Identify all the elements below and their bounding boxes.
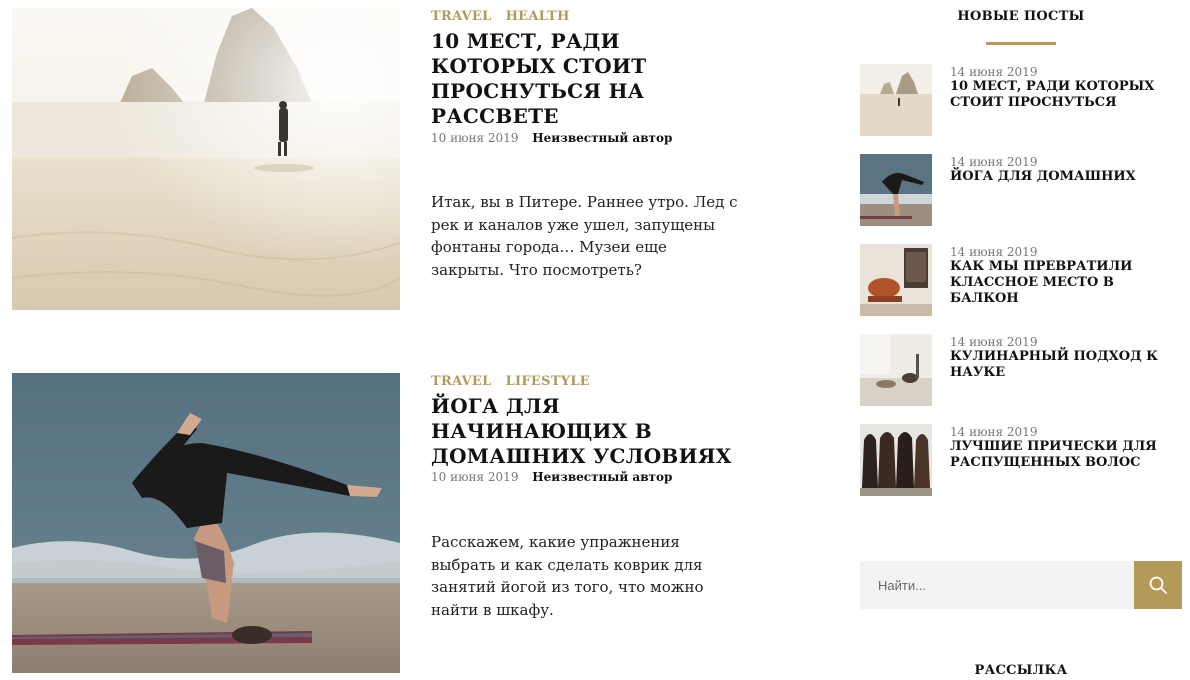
recent-post-date: 14 июня 2019 xyxy=(950,335,1038,349)
recent-post-item[interactable]: 14 июня 2019 Кулинарный подход к науке xyxy=(860,334,1182,406)
search-icon xyxy=(1149,576,1167,594)
post-image-yoga-beach[interactable] xyxy=(12,373,400,673)
recent-post-thumbnail xyxy=(860,244,932,316)
post-card: TRAVEL HEALTH 10 мест, ради которых стоит… xyxy=(12,8,752,310)
recent-post-item[interactable]: 14 июня 2019 Йога для домашних xyxy=(860,154,1182,226)
recent-post-item[interactable]: 14 июня 2019 Лучшие прически для распуще… xyxy=(860,424,1182,496)
recent-post-date: 14 июня 2019 xyxy=(950,155,1038,169)
post-image-beach-sunrise[interactable] xyxy=(12,8,400,310)
post-content: TRAVEL LIFESTYLE Йога для начинающих в до… xyxy=(431,373,751,619)
post-categories: TRAVEL HEALTH xyxy=(431,8,751,26)
post-categories: TRAVEL LIFESTYLE xyxy=(431,373,751,391)
recent-post-date: 14 июня 2019 xyxy=(950,425,1038,439)
recent-post-thumbnail xyxy=(860,424,932,496)
recent-post-title: Лучшие прически для распущенных волос xyxy=(950,439,1157,470)
category-link[interactable]: TRAVEL xyxy=(431,374,492,389)
widget-title: РАССЫЛКА xyxy=(974,663,1068,678)
post-author[interactable]: Неизвестный автор xyxy=(532,470,672,484)
recent-post-item[interactable]: 14 июня 2019 10 мест, ради которых стоит… xyxy=(860,64,1182,136)
category-link[interactable]: HEALTH xyxy=(506,9,570,24)
new-posts-widget: НОВЫЕ ПОСТЫ xyxy=(860,8,1182,45)
post-content: TRAVEL HEALTH 10 мест, ради которых стоит… xyxy=(431,8,751,279)
recent-post-thumbnail xyxy=(860,64,932,136)
sidebar: НОВЫЕ ПОСТЫ 14 июня 2019 10 мест, ради к… xyxy=(860,0,1182,680)
post-meta: 10 июня 2019 Неизвестный автор xyxy=(431,470,751,484)
post-title[interactable]: Йога для начинающих в домашних условиях xyxy=(431,394,751,469)
post-title[interactable]: 10 мест, ради которых стоит проснуться н… xyxy=(431,29,751,129)
recent-post-title: Кулинарный подход к науке xyxy=(950,349,1158,380)
recent-post-thumbnail xyxy=(860,154,932,226)
post-author[interactable]: Неизвестный автор xyxy=(532,131,672,145)
recent-post-thumbnail xyxy=(860,334,932,406)
newsletter-widget: РАССЫЛКА xyxy=(860,663,1182,678)
search-input[interactable] xyxy=(860,561,1134,609)
post-date: 10 июня 2019 xyxy=(431,470,519,484)
category-link[interactable]: TRAVEL xyxy=(431,9,492,24)
recent-post-title: 10 мест, ради которых стоит проснуться xyxy=(950,79,1155,110)
recent-post-title: Йога для домашних xyxy=(950,169,1136,184)
search-button[interactable] xyxy=(1134,561,1182,609)
post-excerpt: Расскажем, какие упражнения выбрать и ка… xyxy=(431,533,704,619)
recent-post-title: Как мы превратили классное место в балко… xyxy=(950,259,1133,306)
recent-post-date: 14 июня 2019 xyxy=(950,245,1038,259)
recent-post-item[interactable]: 14 июня 2019 Как мы превратили классное … xyxy=(860,244,1182,316)
widget-title: НОВЫЕ ПОСТЫ xyxy=(957,9,1085,24)
post-card: TRAVEL LIFESTYLE Йога для начинающих в до… xyxy=(12,373,752,673)
recent-post-date: 14 июня 2019 xyxy=(950,65,1038,79)
category-link[interactable]: LIFESTYLE xyxy=(506,374,590,389)
post-date: 10 июня 2019 xyxy=(431,131,519,145)
search-form xyxy=(860,561,1182,609)
title-underline xyxy=(986,42,1056,45)
post-meta: 10 июня 2019 Неизвестный автор xyxy=(431,131,751,145)
post-excerpt: Итак, вы в Питере. Раннее утро. Лед с ре… xyxy=(431,193,738,279)
